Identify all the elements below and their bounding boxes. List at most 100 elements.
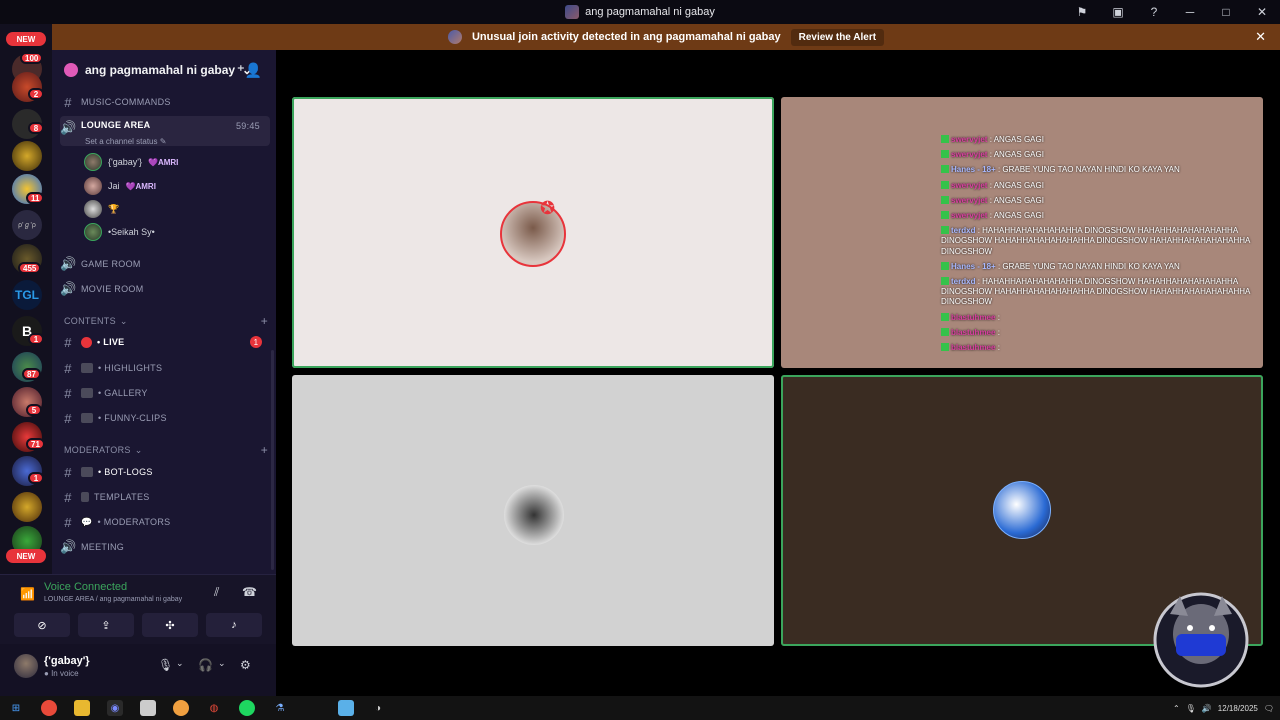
avatar[interactable] <box>14 654 38 678</box>
microphone-icon[interactable]: 🎙 <box>158 658 173 672</box>
notepad-icon[interactable] <box>140 700 156 716</box>
chat-line: Hanes - 18+ : GRABE YUNG TAO NAYAN HINDI… <box>941 261 1263 272</box>
invite-people-icon[interactable]: ⁺👤 <box>237 62 262 79</box>
channel-status-link[interactable]: Set a channel status ✎ <box>85 137 166 146</box>
channel-gallery[interactable]: # • GALLERY <box>60 382 270 404</box>
category-moderators[interactable]: MODERATORS ⌄ + <box>64 442 270 458</box>
channel-music-commands[interactable]: # MUSIC-COMMANDS <box>60 91 270 113</box>
server-icon-8[interactable]: TGL <box>12 280 42 310</box>
participant-tile[interactable]: ✪ <box>292 97 774 368</box>
disconnect-icon[interactable]: ☎ <box>242 585 257 599</box>
title-actions: ⚑ ▣ ? ─ □ ✕ <box>1072 0 1272 24</box>
user-tag: 💜AMRI <box>125 181 156 191</box>
voice-status-title[interactable]: Voice Connected <box>44 581 127 593</box>
new-servers-pill-top[interactable]: NEW <box>6 32 46 46</box>
file-explorer-icon[interactable] <box>74 700 90 716</box>
activities-button[interactable]: ✣ <box>142 613 198 637</box>
add-channel-icon[interactable]: + <box>261 443 268 457</box>
server-icon-4[interactable] <box>12 141 42 171</box>
voice-user[interactable]: Jai 💜AMRI <box>84 176 156 196</box>
unread-badge: 2 <box>28 88 44 100</box>
app-icon[interactable] <box>173 700 189 716</box>
noise-suppression-icon[interactable]: ⫽ <box>214 585 219 600</box>
app-icon[interactable] <box>338 700 354 716</box>
hash-icon: # <box>64 464 72 480</box>
soundboard-button[interactable]: ♪ <box>206 613 262 637</box>
participant-tile[interactable] <box>292 375 774 646</box>
chat-username: swervyjet <box>951 195 988 205</box>
unread-badge: 11 <box>26 192 45 204</box>
add-channel-icon[interactable]: + <box>261 314 268 328</box>
voice-user[interactable]: 🏆 <box>84 199 119 219</box>
spotify-icon[interactable] <box>239 700 255 716</box>
camera-off-button[interactable]: ⊘ <box>14 613 70 637</box>
server-icon-14[interactable] <box>12 492 42 522</box>
app-icon[interactable]: ⚗ <box>272 700 288 716</box>
category-contents[interactable]: CONTENTS ⌄ + <box>64 313 270 329</box>
soundboard-icon: ♪ <box>231 619 237 631</box>
flag-icon[interactable]: ⚑ <box>1072 5 1092 19</box>
close-alert-icon[interactable]: ✕ <box>1255 29 1266 45</box>
username[interactable]: {'gabay'} <box>44 655 90 667</box>
settings-gear-icon[interactable]: ⚙ <box>240 658 251 672</box>
chat-message: : HAHAHHAHAHAHAHAHHA DINOGSHOW HAHAHHAHA… <box>941 226 1250 256</box>
channel-meeting[interactable]: 🔊 MEETING <box>60 536 270 558</box>
channel-live[interactable]: # • LIVE 1 <box>60 331 270 353</box>
user-panel: {'gabay'} ● In voice 🎙 ⌄ 🎧 ⌄ ⚙ <box>0 644 276 696</box>
channel-templates[interactable]: # TEMPLATES <box>60 486 270 508</box>
chat-message: : ANGAS GAGI <box>989 135 1044 144</box>
scrollbar[interactable] <box>271 350 274 570</box>
voice-user[interactable]: •Seikah Sy• <box>84 222 155 242</box>
chevron-down-icon[interactable]: ⌄ <box>176 658 184 669</box>
microphone-icon[interactable]: 🎙 <box>1186 704 1196 713</box>
channel-moderators[interactable]: # 💬 • MODERATORS <box>60 511 270 533</box>
inbox-icon[interactable]: ▣ <box>1108 5 1128 19</box>
channel-highlights[interactable]: # • HIGHLIGHTS <box>60 357 270 379</box>
voice-channel-path[interactable]: LOUNGE AREA / ang pagmamahal ni gabay <box>44 596 182 603</box>
review-alert-button[interactable]: Review the Alert <box>790 28 885 46</box>
screen-share-tile[interactable]: swervyjet : ANGAS GAGI swervyjet : ANGAS … <box>781 97 1263 368</box>
clipboard-icon <box>81 492 89 502</box>
channel-game-room[interactable]: 🔊 GAME ROOM <box>60 253 270 275</box>
volume-icon[interactable]: 🔊 <box>1202 704 1212 713</box>
kick-badge-icon <box>941 226 949 235</box>
server-header[interactable]: ang pagmamahal ni gabay ⌄ ⁺👤 <box>52 50 276 90</box>
help-icon[interactable]: ? <box>1144 5 1164 19</box>
notification-icon[interactable]: 🗨 <box>1264 704 1274 713</box>
maximize-icon[interactable]: □ <box>1216 5 1236 19</box>
close-window-icon[interactable]: ✕ <box>1252 5 1272 19</box>
chat-line: blastuhmee : <box>941 343 1263 353</box>
tray-chevron-icon[interactable]: ⌃ <box>1173 704 1180 713</box>
windows-start-icon[interactable]: ⊞ <box>8 700 24 716</box>
kick-badge-icon <box>941 180 949 189</box>
speaker-icon: 🔊 <box>60 281 77 296</box>
signal-icon[interactable]: 📶 <box>20 587 35 601</box>
screen-recorder-icon[interactable]: ◍ <box>206 700 222 716</box>
chrome-icon[interactable] <box>41 700 57 716</box>
chat-line: swervyjet : ANGAS GAGI <box>941 195 1263 206</box>
new-servers-pill-bottom[interactable]: NEW <box>6 549 46 563</box>
screen-share-button[interactable]: ⇪ <box>78 613 134 637</box>
channel-bot-logs[interactable]: # • BOT-LOGS <box>60 461 270 483</box>
avatar <box>84 200 102 218</box>
headphones-icon[interactable]: 🎧 <box>198 658 213 672</box>
watermark-logo <box>1140 590 1262 694</box>
channel-funny-clips[interactable]: # • FUNNY-CLIPS <box>60 407 270 429</box>
channel-label: MEETING <box>81 542 125 552</box>
laptop-icon <box>81 467 93 477</box>
unread-badge: 1 <box>28 472 44 484</box>
discord-icon[interactable]: ◉ <box>107 700 123 716</box>
clock-date[interactable]: 12/18/2025 <box>1218 704 1258 713</box>
participant-avatar <box>500 201 566 267</box>
minimize-icon[interactable]: ─ <box>1180 5 1200 19</box>
channel-label: GAME ROOM <box>81 259 141 269</box>
chat-username: blastuhmee <box>951 312 996 322</box>
channel-movie-room[interactable]: 🔊 MOVIE ROOM <box>60 278 270 300</box>
app-icon[interactable]: ◑ <box>370 700 386 716</box>
hash-icon: # <box>64 360 72 376</box>
chevron-down-icon[interactable]: ⌄ <box>218 658 226 669</box>
chat-message: : <box>997 327 1000 337</box>
voice-user[interactable]: {'gabay'} 💜AMRI <box>84 152 178 172</box>
dog-logo-icon <box>1153 592 1249 688</box>
server-icon-6[interactable]: ρ'ℊ'ρ <box>12 210 42 240</box>
